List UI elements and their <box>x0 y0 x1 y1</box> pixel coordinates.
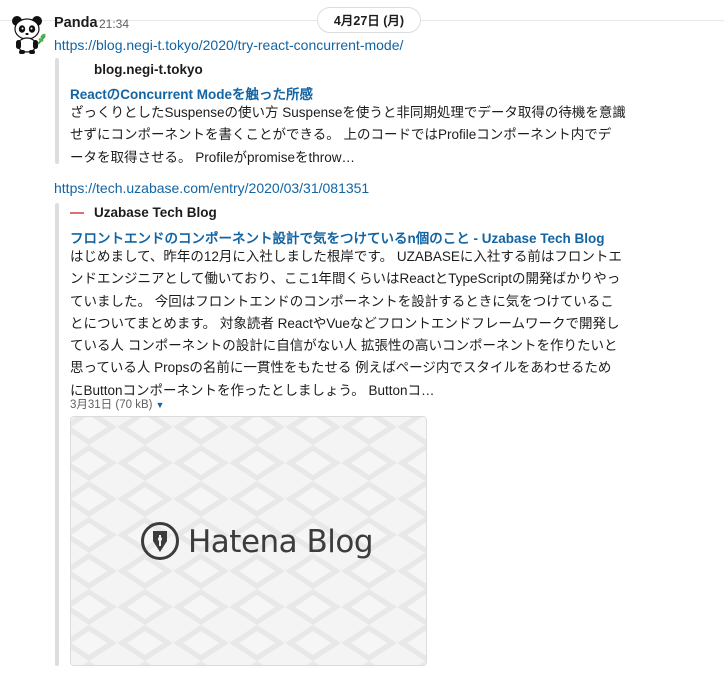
description-line: ンドエンジニアとして働いており、ここ1年間くらいはReactとTypeScrip… <box>70 271 621 287</box>
description-line: ている人 コンポーネントの設計に自信がない人 拡張性の高いコンポーネントを作りた… <box>70 338 618 354</box>
attachment-bar <box>55 58 59 164</box>
image-meta[interactable]: 3月31日 (70 kB) ▼ <box>70 396 164 412</box>
attachment-title-link[interactable]: ReactのConcurrent Modeを触った所感 <box>70 83 313 103</box>
hatena-blog-wordmark: Hatena Blog <box>188 524 374 560</box>
date-divider-button[interactable]: 4月27日 (月) <box>317 7 421 33</box>
description-line: ていました。 今回はフロントエンドのコンポーネントを設計するときに気をつけている… <box>70 293 614 309</box>
panda-icon[interactable] <box>8 14 46 54</box>
description-line: ータを取得させる。 Profileがpromiseをthrow… <box>70 149 356 165</box>
attachment-bar <box>55 203 59 666</box>
attachment-title-link[interactable]: フロントエンドのコンポーネント設計で気をつけているn個のこと - Uzabase… <box>70 227 605 247</box>
caret-down-icon[interactable]: ▼ <box>155 400 164 410</box>
message-sender[interactable]: Panda <box>54 15 98 31</box>
message-link-2[interactable]: https://tech.uzabase.com/entry/2020/03/3… <box>54 180 369 196</box>
description-line: せずにコンポーネントを書くことができる。 上のコードではProfileコンポーネ… <box>70 127 612 143</box>
message-timestamp[interactable]: 21:34 <box>99 17 129 31</box>
uzabase-favicon-icon <box>70 212 84 214</box>
attachment-service-name: blog.negi-t.tokyo <box>94 62 203 77</box>
hatena-pen-icon <box>141 522 179 560</box>
description-line: ざっくりとしたSuspenseの使い方 Suspenseを使うと非同期処理でデー… <box>70 105 626 120</box>
description-line: 思っている人 Propsの名前に一貫性をもたせる 例えばページ内でスタイルをあわ… <box>70 360 612 376</box>
attachment-description: ざっくりとしたSuspenseの使い方 Suspenseを使うと非同期処理でデー… <box>70 102 640 169</box>
description-line: はじめまして、昨年の12月に入社しました根岸です。 UZABASEに入社する前は… <box>70 249 622 264</box>
image-meta-text: 3月31日 (70 kB) <box>70 399 153 411</box>
attachment-service-name: Uzabase Tech Blog <box>94 205 217 220</box>
attachment-description: はじめまして、昨年の12月に入社しました根岸です。 UZABASEに入社する前は… <box>70 246 640 402</box>
message-link-1[interactable]: https://blog.negi-t.tokyo/2020/try-react… <box>54 37 403 53</box>
description-line: とについてまとめます。 対象読者 ReactやVueなどフロントエンドフレームワ… <box>70 315 620 331</box>
